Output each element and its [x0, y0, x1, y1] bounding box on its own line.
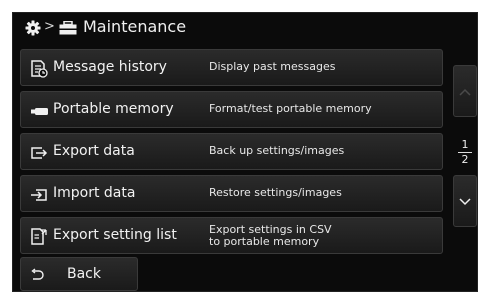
- message-history-icon: [31, 60, 48, 78]
- export-data-button[interactable]: Export data Back up settings/images: [20, 133, 443, 170]
- menu-item-description: Format/test portable memory: [209, 102, 372, 115]
- gear-icon: [25, 20, 41, 36]
- back-label: Back: [67, 266, 101, 282]
- portable-memory-icon: [31, 108, 48, 115]
- total-pages: 2: [461, 153, 469, 166]
- scroll-down-button[interactable]: [453, 175, 477, 227]
- maintenance-icon: [59, 21, 77, 35]
- menu-item-label: Portable memory: [53, 101, 174, 117]
- page-scrollbar: 1 2: [453, 65, 477, 235]
- page-title: Maintenance: [83, 17, 187, 36]
- back-arrow-icon: [31, 268, 44, 280]
- menu-item-description: Back up settings/images: [209, 144, 345, 157]
- message-history-button[interactable]: Message history Display past messages: [20, 49, 443, 86]
- menu-item-label: Message history: [53, 59, 167, 75]
- header: > Maintenance: [13, 13, 477, 43]
- page-indicator: 1 2: [453, 122, 477, 172]
- menu-item-label: Import data: [53, 185, 136, 201]
- current-page: 1: [461, 138, 469, 151]
- scroll-up-button[interactable]: [453, 65, 477, 117]
- chevron-up-icon: [459, 88, 471, 96]
- menu-item-description-line2: to portable memory: [209, 235, 320, 248]
- export-icon: [31, 147, 48, 159]
- import-icon: [31, 189, 47, 201]
- menu-item-description: Display past messages: [209, 60, 336, 73]
- menu-item-description: Restore settings/images: [209, 186, 342, 199]
- maintenance-screen: > Maintenance Message history Display pa…: [12, 12, 478, 292]
- portable-memory-button[interactable]: Portable memory Format/test portable mem…: [20, 91, 443, 128]
- import-data-button[interactable]: Import data Restore settings/images: [20, 175, 443, 212]
- export-setting-list-button[interactable]: Export setting list Export settings in C…: [20, 217, 443, 254]
- breadcrumb-separator: >: [44, 19, 55, 34]
- back-button[interactable]: Back: [20, 257, 138, 291]
- menu-item-label: Export setting list: [53, 227, 177, 243]
- export-setting-list-icon: [31, 228, 47, 245]
- chevron-down-icon: [459, 198, 471, 206]
- menu-item-label: Export data: [53, 143, 135, 159]
